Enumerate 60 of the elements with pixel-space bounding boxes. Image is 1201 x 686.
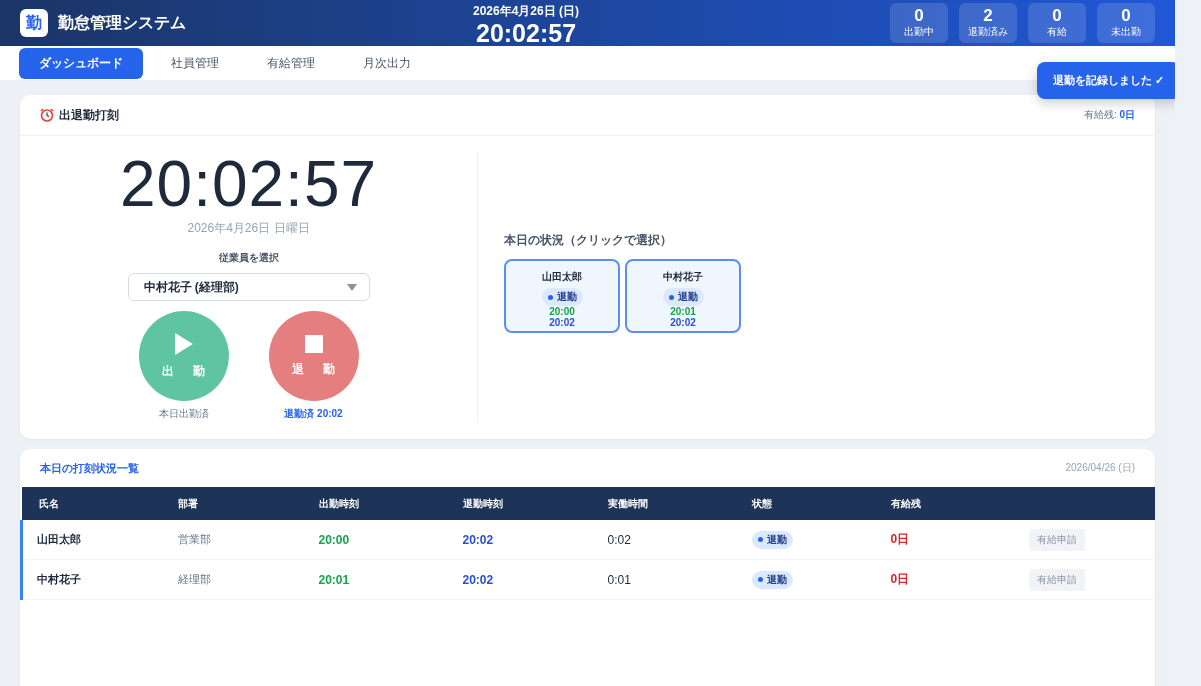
stat-card: 0 有給	[1028, 3, 1086, 43]
clock-date: 2026年4月26日 日曜日	[187, 220, 310, 237]
status-badge: 退勤	[751, 570, 793, 589]
table-cell: 0日	[889, 520, 1028, 560]
table-cell: 20:02	[461, 559, 607, 600]
table-cell: 営業部	[176, 520, 318, 560]
table-cell: 20:02	[461, 520, 607, 560]
clock-display: 20:02:57	[119, 152, 378, 216]
button-note: 退勤済 20:02	[284, 407, 343, 421]
table-cell: 20:01	[317, 559, 462, 600]
employee-status-card[interactable]: 中村花子 退勤 20:01 20:02	[625, 259, 741, 333]
header-time: 20:02:57	[476, 20, 577, 46]
stat-card: 0 出勤中	[890, 3, 948, 43]
select-label: 従業員を選択	[218, 251, 279, 265]
table-date: 2026/04/26 (日)	[1065, 461, 1135, 475]
stat-card: 2 退勤済み	[959, 3, 1017, 43]
stat-card: 0 未出勤	[1097, 3, 1155, 43]
table-cell: 0日	[889, 559, 1028, 600]
status-badge: 退勤	[751, 530, 793, 549]
table-cell: 経理部	[176, 559, 318, 600]
employee-status-card[interactable]: 山田太郎 退勤 20:00 20:02	[504, 259, 620, 333]
alarm-clock-icon	[40, 108, 54, 122]
table-cell: 0:01	[606, 559, 751, 600]
column-header: 実働時間	[606, 487, 751, 520]
card-title: 出退勤打刻	[59, 106, 119, 124]
stop-icon	[304, 334, 323, 353]
clock-out-time: 20:02	[549, 317, 575, 328]
column-header: 状態	[750, 487, 890, 520]
table-title: 本日の打刻状況一覧	[40, 460, 139, 476]
leave-value: 0日	[1119, 109, 1135, 120]
nav-tab[interactable]: 有給管理	[247, 47, 335, 79]
column-header: 部署	[176, 487, 318, 520]
column-header: 有給残	[889, 487, 1028, 520]
employee-select[interactable]: 中村花子 (経理部)	[127, 273, 370, 301]
clock-out-time: 20:02	[670, 317, 696, 328]
column-header: 退勤時刻	[461, 487, 607, 520]
table-cell: 20:00	[317, 520, 462, 560]
clock-in-time: 20:00	[549, 306, 575, 317]
column-header: 氏名	[21, 487, 177, 520]
status-title: 本日の状況（クリックで選択）	[504, 232, 673, 249]
button-note: 本日出勤済	[158, 407, 209, 421]
app-logo: 勤	[20, 9, 48, 37]
clock-in-time: 20:01	[670, 306, 696, 317]
nav-tab[interactable]: 月次出力	[343, 47, 431, 79]
toast-message: 退勤を記録しました ✓	[1036, 62, 1175, 99]
status-badge: 退勤	[541, 288, 583, 306]
table-cell: 中村花子	[21, 559, 177, 600]
header-date: 2026年4月26日 (日)	[473, 3, 580, 20]
nav-tab[interactable]: 社員管理	[151, 47, 239, 79]
app-title: 勤怠管理システム	[58, 12, 186, 33]
status-badge: 退勤	[662, 288, 704, 306]
column-header: 出勤時刻	[317, 487, 462, 520]
employee-name: 山田太郎	[542, 270, 582, 284]
dropdown-caret-icon	[346, 283, 357, 291]
table-cell: 0:02	[606, 520, 751, 560]
play-icon	[174, 332, 193, 355]
nav-tab[interactable]: ダッシュボード	[19, 47, 143, 79]
leave-label: 有給残:	[1083, 109, 1117, 120]
table-cell: 山田太郎	[21, 520, 177, 560]
employee-name: 中村花子	[663, 270, 703, 284]
